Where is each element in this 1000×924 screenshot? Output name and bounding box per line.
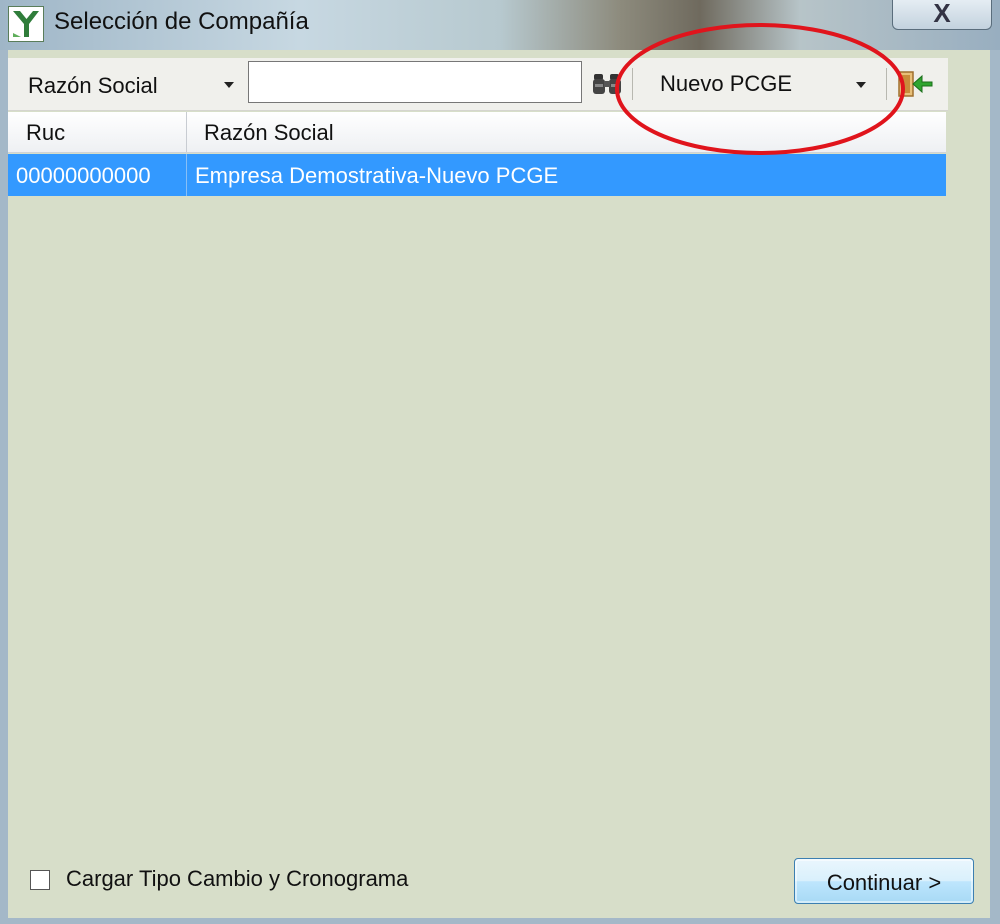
title-bar[interactable]: Selección de Compañía X (0, 0, 1000, 50)
window-frame-bottom (0, 918, 1000, 924)
close-icon: X (933, 0, 951, 28)
dropdown-arrow-icon (224, 82, 234, 88)
search-field-dropdown[interactable]: Razón Social (18, 68, 240, 102)
search-input[interactable] (248, 61, 582, 103)
window-frame-left (0, 50, 8, 924)
cell-divider (186, 154, 187, 196)
cell-ruc: 00000000000 (16, 163, 151, 188)
continue-button[interactable]: Continuar > (794, 858, 974, 904)
load-exchange-checkbox[interactable] (30, 870, 50, 890)
grid-header: Ruc Razón Social (8, 112, 946, 153)
column-header-razon-social[interactable]: Razón Social (204, 120, 334, 146)
company-selection-window: Selección de Compañía X Razón Social Nue… (0, 0, 1000, 924)
search-field-value: Razón Social (28, 73, 158, 98)
exit-arrow-icon[interactable] (896, 68, 936, 100)
column-divider[interactable] (186, 112, 187, 152)
plan-value: Nuevo PCGE (660, 71, 793, 96)
table-row[interactable]: 00000000000 Empresa Demostrativa-Nuevo P… (8, 154, 946, 196)
toolbar-separator (886, 68, 887, 100)
client-area: Razón Social Nuevo PCGE Ruc Razón Social… (8, 50, 990, 918)
plan-dropdown[interactable]: Nuevo PCGE (648, 64, 880, 102)
column-header-ruc[interactable]: Ruc (26, 120, 65, 146)
close-button[interactable]: X (892, 0, 992, 30)
binoculars-icon[interactable] (592, 72, 622, 96)
toolbar: Razón Social Nuevo PCGE (8, 58, 948, 111)
companies-grid: Ruc Razón Social 00000000000 Empresa Dem… (8, 112, 946, 196)
dropdown-arrow-icon (856, 82, 866, 88)
window-title: Selección de Compañía (54, 8, 309, 35)
continue-label: Continuar > (826, 870, 942, 895)
window-frame-right (990, 50, 1000, 924)
app-logo-icon (8, 6, 44, 42)
load-exchange-label[interactable]: Cargar Tipo Cambio y Cronograma (66, 866, 408, 892)
cell-razon-social: Empresa Demostrativa-Nuevo PCGE (195, 163, 559, 188)
toolbar-separator (632, 68, 633, 100)
